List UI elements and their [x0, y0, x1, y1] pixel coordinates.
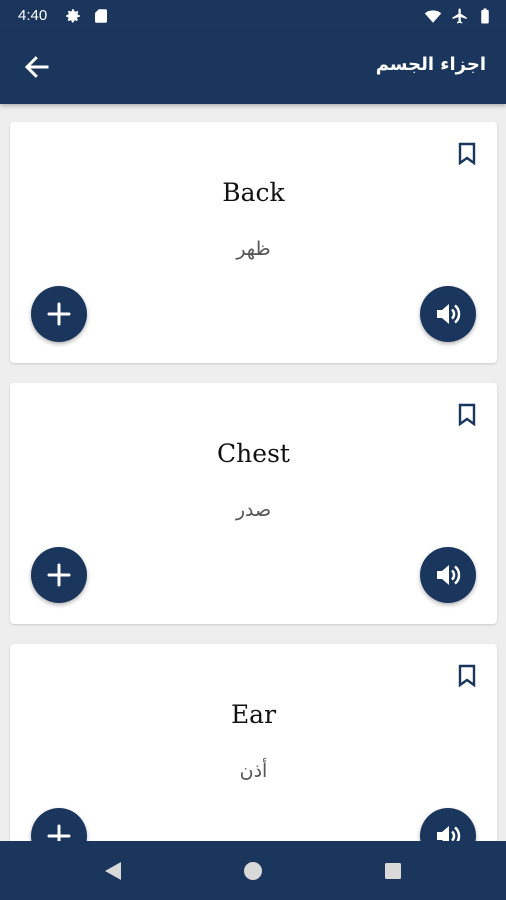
bookmark-button[interactable]	[457, 664, 477, 688]
play-sound-button[interactable]	[420, 808, 476, 841]
speaker-volume-icon	[437, 304, 461, 324]
status-bar: 4:40	[0, 0, 506, 32]
word-english: Back	[222, 178, 285, 207]
back-button[interactable]	[22, 48, 66, 88]
add-button[interactable]	[31, 286, 87, 342]
app-bar: اجزاء الجسم	[0, 32, 506, 104]
status-time: 4:40	[18, 7, 48, 24]
plus-icon	[47, 302, 71, 326]
speaker-volume-icon	[437, 565, 461, 585]
plus-icon	[47, 824, 71, 841]
airplane-mode-icon	[451, 7, 469, 25]
settings-gear-icon	[64, 7, 82, 25]
battery-icon	[476, 7, 494, 25]
nav-back-triangle-icon	[105, 862, 121, 880]
bookmark-button[interactable]	[457, 142, 477, 166]
bookmark-outline-icon	[458, 664, 476, 688]
system-nav-bar	[0, 841, 506, 900]
word-card: Back ظهر	[10, 122, 497, 363]
word-card: Ear أذن	[10, 644, 497, 841]
bookmark-outline-icon	[458, 403, 476, 427]
word-translation: ظهر	[236, 238, 271, 260]
bookmark-outline-icon	[458, 142, 476, 166]
bookmark-button[interactable]	[457, 403, 477, 427]
nav-back-button[interactable]	[101, 859, 125, 883]
word-card: Chest صدر	[10, 383, 497, 624]
word-english: Ear	[230, 700, 277, 729]
word-english: Chest	[217, 439, 290, 468]
add-button[interactable]	[31, 808, 87, 841]
screen: 4:40 اجزاء الجسم Back ظهر Chest صدر Ear …	[0, 0, 506, 900]
arrow-left-icon	[24, 56, 49, 78]
page-title: اجزاء الجسم	[375, 54, 486, 75]
nav-home-circle-icon	[244, 862, 262, 880]
nav-recents-square-icon	[385, 863, 401, 879]
wifi-icon	[424, 7, 442, 25]
word-translation: أذن	[239, 760, 268, 782]
play-sound-button[interactable]	[420, 286, 476, 342]
speaker-volume-icon	[437, 826, 461, 841]
plus-icon	[47, 563, 71, 587]
play-sound-button[interactable]	[420, 547, 476, 603]
nav-home-button[interactable]	[241, 859, 265, 883]
nav-recents-button[interactable]	[381, 859, 405, 883]
sd-card-icon	[92, 7, 110, 25]
word-list[interactable]: Back ظهر Chest صدر Ear أذن	[0, 104, 506, 841]
add-button[interactable]	[31, 547, 87, 603]
word-translation: صدر	[235, 499, 272, 521]
